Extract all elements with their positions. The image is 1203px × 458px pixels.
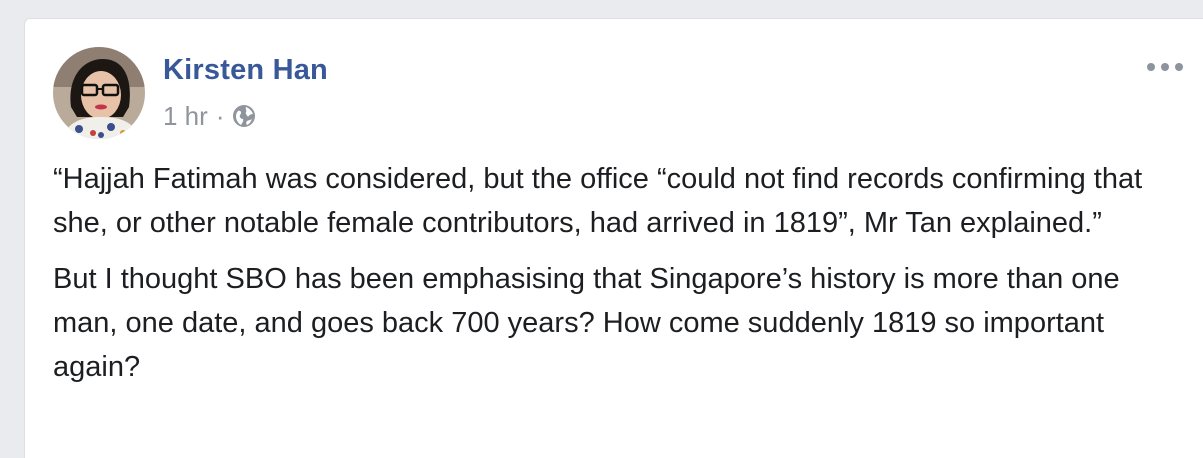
more-horizontal-icon-dot [1161, 63, 1169, 71]
meta-separator: · [215, 100, 225, 131]
post-paragraph: But I thought SBO has been emphasising t… [53, 263, 1120, 383]
post-meta: 1 hr · [163, 99, 258, 133]
more-horizontal-icon-dot [1175, 63, 1183, 71]
post-options-button[interactable] [1143, 55, 1187, 79]
more-horizontal-icon [1147, 63, 1155, 71]
post-timestamp[interactable]: 1 hr [163, 101, 208, 132]
author-name-link[interactable]: Kirsten Han [163, 54, 328, 87]
author-avatar[interactable] [53, 47, 145, 139]
post-message: “Hajjah Fatimah was considered, but the … [53, 157, 1153, 401]
avatar-image [53, 47, 145, 139]
globe-icon[interactable] [230, 102, 258, 130]
post-card: Kirsten Han 1 hr · “Hajjah Fatimah was c… [24, 18, 1203, 458]
post-paragraph: “Hajjah Fatimah was considered, but the … [53, 163, 1143, 239]
